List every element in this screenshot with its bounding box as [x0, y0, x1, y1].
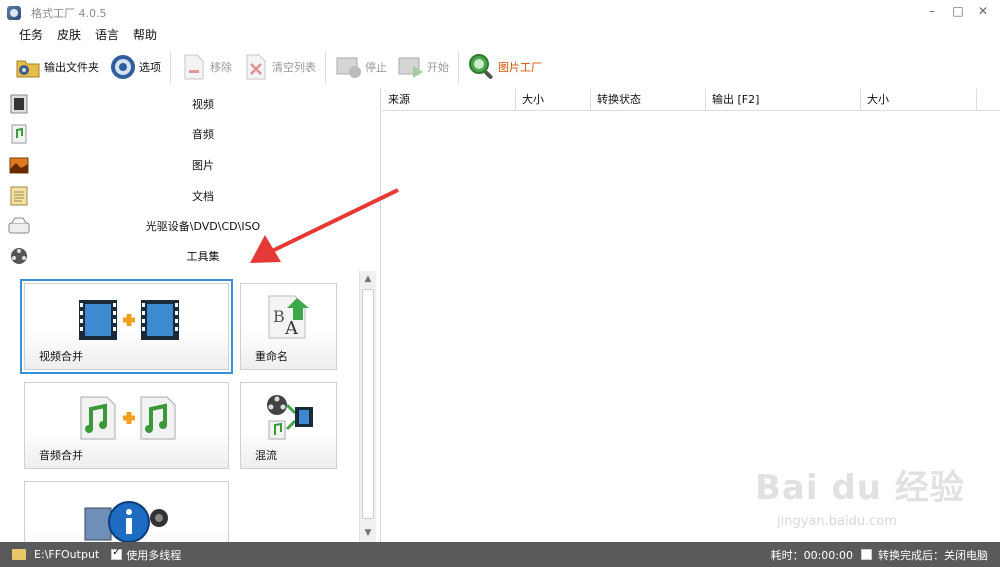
- rename-tile[interactable]: B A 重命名: [240, 283, 337, 370]
- column-status[interactable]: 转换状态: [591, 89, 706, 110]
- column-output[interactable]: 输出 [F2]: [706, 89, 861, 110]
- after-convert-label: 转换完成后：关闭电脑: [878, 548, 988, 562]
- category-audio[interactable]: 音频: [0, 119, 380, 149]
- category-tools[interactable]: 工具集: [0, 241, 380, 271]
- media-info-icon: [81, 492, 177, 542]
- close-icon[interactable]: ✕: [976, 4, 990, 18]
- category-label: 工具集: [186, 250, 220, 263]
- after-convert-checkbox[interactable]: [861, 549, 872, 560]
- media-info-tile[interactable]: [24, 481, 229, 542]
- audio-merge-tile[interactable]: 音频合并: [24, 382, 229, 469]
- gear-icon: [108, 52, 138, 82]
- tools-grid: 视频合并 B A 重命名 音频合并 混流 ▲ ▼: [0, 271, 381, 542]
- menu-task[interactable]: 任务: [12, 25, 50, 45]
- options-label: 选项: [139, 61, 161, 74]
- category-picture[interactable]: 图片: [0, 150, 380, 180]
- toolbar-separator: [325, 51, 326, 83]
- svg-text:A: A: [284, 318, 299, 339]
- output-folder-label: 输出文件夹: [44, 61, 99, 74]
- watermark: Bai du 经验 jingyan.baidu.com: [755, 460, 970, 540]
- start-icon: [396, 52, 426, 82]
- category-label: 音频: [192, 128, 214, 141]
- video-icon: [8, 93, 30, 115]
- image-factory-button[interactable]: 图片工厂: [467, 50, 542, 84]
- category-document[interactable]: 文档: [0, 181, 380, 211]
- video-merge-tile[interactable]: 视频合并: [20, 279, 233, 374]
- stop-label: 停止: [365, 61, 387, 74]
- status-bar: E:\FFOutput 使用多线程 耗时：00:00:00 转换完成后：关闭电脑: [0, 542, 1000, 567]
- image-factory-label: 图片工厂: [498, 61, 542, 74]
- audio-merge-label: 音频合并: [39, 449, 83, 462]
- folder-icon[interactable]: [12, 549, 26, 560]
- app-icon: [7, 5, 21, 20]
- toolbar: 输出文件夹 选项 移除 清空列表 停止 开始 图片工厂: [0, 46, 1000, 88]
- category-label: 光驱设备\DVD\CD\ISO: [145, 220, 261, 233]
- clear-list-label: 清空列表: [272, 61, 316, 74]
- tools-scrollbar[interactable]: ▲ ▼: [359, 271, 376, 542]
- watermark-url: jingyan.baidu.com: [777, 514, 897, 529]
- window-title: 格式工厂 4.0.5: [31, 6, 107, 20]
- toolbar-separator: [170, 51, 171, 83]
- rename-label: 重命名: [255, 350, 288, 363]
- title-bar: 格式工厂 4.0.5 – □ ✕: [0, 0, 1000, 25]
- column-output-size[interactable]: 大小: [861, 89, 977, 110]
- document-icon: [8, 185, 30, 207]
- audio-merge-icon: [77, 395, 181, 441]
- magnifier-icon: [467, 52, 497, 82]
- start-button[interactable]: 开始: [396, 50, 449, 84]
- remove-file-icon: [179, 52, 209, 82]
- multithread-label: 使用多线程: [126, 548, 182, 562]
- category-label: 视频: [192, 98, 214, 111]
- menu-skin[interactable]: 皮肤: [50, 25, 88, 45]
- rename-icon: B A: [263, 292, 315, 342]
- maximize-icon[interactable]: □: [951, 4, 965, 18]
- remove-button[interactable]: 移除: [179, 50, 232, 84]
- disc-drive-icon: [8, 215, 30, 237]
- audio-icon: [8, 123, 30, 145]
- category-label: 文档: [192, 190, 214, 203]
- watermark-logo: Bai du 经验: [755, 468, 965, 508]
- video-merge-label: 视频合并: [39, 350, 83, 363]
- multithread-checkbox[interactable]: [111, 547, 123, 560]
- column-source[interactable]: 来源: [382, 89, 516, 110]
- toolbar-separator: [458, 51, 459, 83]
- scroll-thumb[interactable]: [362, 289, 374, 519]
- clear-list-icon: [241, 52, 271, 82]
- svg-text:B: B: [273, 307, 285, 326]
- tools-icon: [8, 245, 30, 267]
- stop-icon: [334, 52, 364, 82]
- folder-icon: [13, 52, 43, 82]
- minimize-icon[interactable]: –: [925, 4, 939, 18]
- mux-label: 混流: [255, 449, 277, 462]
- file-list-header: 来源 大小 转换状态 输出 [F2] 大小: [382, 89, 1000, 111]
- clear-list-button[interactable]: 清空列表: [241, 50, 316, 84]
- column-size[interactable]: 大小: [516, 89, 591, 110]
- category-label: 图片: [192, 159, 214, 172]
- menu-help[interactable]: 帮助: [126, 25, 164, 45]
- category-disc[interactable]: 光驱设备\DVD\CD\ISO: [0, 211, 380, 241]
- picture-icon: [8, 154, 30, 176]
- menu-language[interactable]: 语言: [88, 25, 126, 45]
- start-label: 开始: [427, 61, 449, 74]
- scroll-up-icon[interactable]: ▲: [360, 271, 376, 287]
- output-folder-button[interactable]: 输出文件夹: [13, 50, 99, 84]
- video-merge-icon: [77, 298, 181, 342]
- menu-bar: 任务 皮肤 语言 帮助: [0, 25, 164, 45]
- output-path[interactable]: E:\FFOutput: [34, 548, 99, 561]
- scroll-down-icon[interactable]: ▼: [360, 525, 376, 541]
- category-video[interactable]: 视频: [0, 89, 380, 119]
- mux-tile[interactable]: 混流: [240, 382, 337, 469]
- stop-button[interactable]: 停止: [334, 50, 387, 84]
- mux-icon: [265, 393, 315, 441]
- remove-label: 移除: [210, 61, 232, 74]
- elapsed-time: 耗时：00:00:00: [770, 548, 853, 562]
- left-panel: 视频 音频 图片 文档 光驱设备\DVD\CD\ISO 工具集 视频合并 B A…: [0, 89, 381, 542]
- options-button[interactable]: 选项: [108, 50, 161, 84]
